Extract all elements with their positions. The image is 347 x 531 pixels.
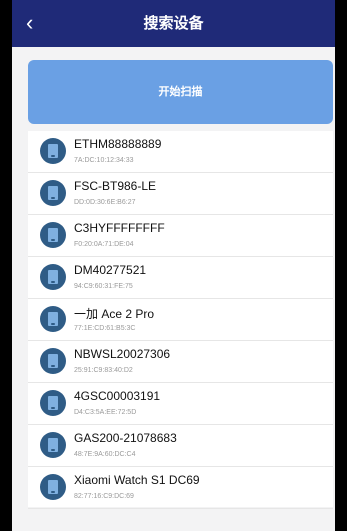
device-mac: D4:C3:5A:EE:72:5D bbox=[74, 409, 137, 416]
device-name: C3HYFFFFFFFF bbox=[74, 221, 165, 235]
page-title: 搜索设备 bbox=[143, 15, 204, 32]
device-list: ETHM88888889 7A:DC:10:12:34:33 FSC-BT986… bbox=[28, 131, 333, 509]
start-scan-button[interactable]: 开始扫描 bbox=[28, 60, 333, 124]
device-item[interactable]: FSC-BT986-LE DD:0D:30:6E:B6:27 bbox=[28, 173, 333, 215]
phone-icon bbox=[40, 432, 66, 458]
device-mac: DD:0D:30:6E:B6:27 bbox=[74, 199, 136, 206]
device-item[interactable]: GAS200-21078683 48:7E:9A:60:DC:C4 bbox=[28, 425, 333, 467]
device-item[interactable]: 4GSC00003191 D4:C3:5A:EE:72:5D bbox=[28, 383, 333, 425]
device-item[interactable]: 一加 Ace 2 Pro 77:1E:CD:61:B5:3C bbox=[28, 299, 333, 341]
device-name: 4GSC00003191 bbox=[74, 389, 161, 403]
device-item[interactable]: DM40277521 94:C9:60:31:FE:75 bbox=[28, 257, 333, 299]
device-mac: 48:7E:9A:60:DC:C4 bbox=[74, 451, 136, 458]
device-mac: 7A:DC:10:12:34:33 bbox=[74, 157, 134, 164]
phone-icon bbox=[40, 474, 66, 500]
phone-icon bbox=[40, 180, 66, 206]
device-name: ETHM88888889 bbox=[74, 137, 162, 151]
device-item[interactable]: NBWSL20027306 25:91:C9:83:40:D2 bbox=[28, 341, 333, 383]
back-icon[interactable]: ‹ bbox=[26, 11, 50, 35]
device-mac: 82:77:16:C9:DC:69 bbox=[74, 493, 134, 500]
device-name: Xiaomi Watch S1 DC69 bbox=[74, 473, 200, 487]
phone-icon bbox=[40, 390, 66, 416]
app-screen: 搜索设备 ‹ 开始扫描 ETHM88888889 7A:DC:10:12:34:… bbox=[12, 0, 335, 531]
device-mac: 77:1E:CD:61:B5:3C bbox=[74, 325, 136, 332]
device-mac: 25:91:C9:83:40:D2 bbox=[74, 367, 133, 374]
device-name: NBWSL20027306 bbox=[74, 347, 171, 361]
device-name: FSC-BT986-LE bbox=[74, 179, 157, 193]
phone-icon bbox=[40, 348, 66, 374]
header-bar: 搜索设备 ‹ bbox=[12, 0, 335, 47]
device-item[interactable]: C3HYFFFFFFFF F0:20:0A:71:DE:04 bbox=[28, 215, 333, 257]
device-mac: F0:20:0A:71:DE:04 bbox=[74, 241, 134, 248]
device-name: 一加 Ace 2 Pro bbox=[74, 307, 155, 321]
device-name: GAS200-21078683 bbox=[74, 431, 177, 445]
device-mac: 94:C9:60:31:FE:75 bbox=[74, 283, 133, 290]
phone-icon bbox=[40, 138, 66, 164]
device-item[interactable]: ETHM88888889 7A:DC:10:12:34:33 bbox=[28, 131, 333, 173]
phone-icon bbox=[40, 264, 66, 290]
phone-icon bbox=[40, 222, 66, 248]
phone-icon bbox=[40, 306, 66, 332]
device-item[interactable]: Xiaomi Watch S1 DC69 82:77:16:C9:DC:69 bbox=[28, 467, 333, 509]
device-name: DM40277521 bbox=[74, 263, 147, 277]
